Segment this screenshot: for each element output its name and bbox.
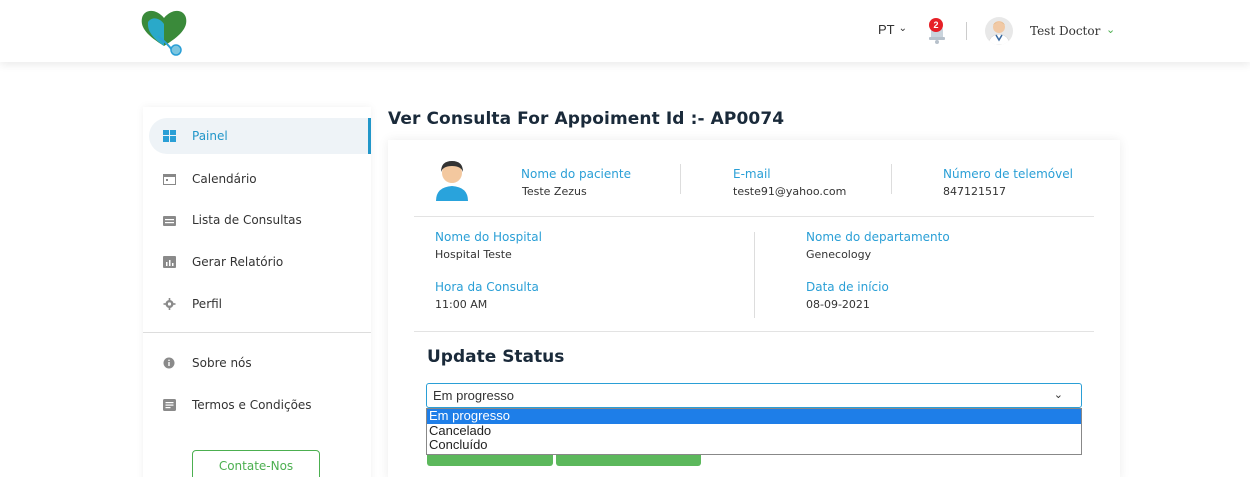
dashboard-icon (163, 130, 176, 142)
column-divider (891, 164, 892, 194)
gear-icon (163, 298, 176, 310)
start-date-label: Data de início (806, 280, 889, 294)
phone-label: Número de telemóvel (943, 167, 1073, 181)
email-label: E-mail (733, 167, 771, 181)
sidebar-item-label: Termos e Condições (192, 398, 312, 412)
sidebar-item-gerar-relatorio[interactable]: Gerar Relatório (149, 244, 371, 280)
sidebar-divider (143, 332, 371, 333)
status-option-em-progresso[interactable]: Em progresso (427, 409, 1081, 424)
sidebar-item-perfil[interactable]: Perfil (149, 286, 371, 322)
phone-value: 847121517 (943, 185, 1006, 198)
sidebar-item-label: Lista de Consultas (192, 213, 302, 227)
hospital-label: Nome do Hospital (435, 230, 542, 244)
department-label: Nome do departamento (806, 230, 950, 244)
hospital-value: Hospital Teste (435, 248, 512, 261)
chevron-down-icon: ⌄ (898, 23, 908, 34)
sidebar-item-calendario[interactable]: Calendário (149, 161, 371, 197)
consult-time-label: Hora da Consulta (435, 280, 539, 294)
list-icon (163, 216, 176, 226)
sidebar-item-termos[interactable]: Termos e Condições (149, 387, 371, 423)
user-avatar[interactable] (985, 17, 1013, 45)
sidebar: Painel Calendário Lista de Consultas Ger… (143, 107, 371, 477)
sidebar-item-label: Perfil (192, 297, 223, 311)
status-dropdown-list: Em progresso Cancelado Concluído (426, 408, 1082, 455)
department-value: Genecology (806, 248, 872, 261)
user-menu-chevron-icon[interactable]: ⌄ (1106, 23, 1115, 36)
terms-icon (163, 399, 176, 411)
page-title: Ver Consulta For Appoiment Id :- AP0074 (388, 109, 785, 129)
update-status-title: Update Status (427, 347, 565, 367)
calendar-icon (163, 174, 176, 185)
contact-us-button[interactable]: Contate-Nos (192, 450, 320, 477)
status-option-concluido[interactable]: Concluído (427, 438, 1081, 453)
column-divider (754, 232, 755, 318)
column-divider (680, 164, 681, 194)
notification-count-badge: 2 (929, 18, 943, 32)
chevron-down-icon: ⌄ (1053, 389, 1063, 401)
language-label: PT (878, 22, 895, 37)
consult-time-value: 11:00 AM (435, 298, 488, 311)
sidebar-item-label: Painel (192, 129, 228, 143)
status-select[interactable]: Em progresso ⌄ (426, 383, 1082, 408)
section-divider (414, 216, 1094, 217)
sidebar-item-sobre-nos[interactable]: Sobre nós (149, 345, 371, 381)
patient-name-value: Teste Zezus (522, 185, 587, 198)
logo-icon[interactable] (138, 6, 190, 56)
email-value: teste91@yahoo.com (733, 185, 847, 198)
info-icon (163, 357, 175, 369)
sidebar-item-lista-consultas[interactable]: Lista de Consultas (149, 202, 371, 238)
user-name[interactable]: Test Doctor (1030, 24, 1100, 38)
section-divider (414, 331, 1094, 332)
status-select-value: Em progresso (433, 388, 514, 403)
header-divider (966, 22, 967, 40)
sidebar-item-label: Sobre nós (192, 356, 252, 370)
patient-name-label: Nome do paciente (521, 167, 631, 181)
patient-avatar-icon (436, 161, 468, 201)
top-header: PT ⌄ 2 Test Doctor ⌄ (0, 0, 1250, 62)
sidebar-item-label: Calendário (192, 172, 257, 186)
sidebar-item-painel[interactable]: Painel (149, 118, 371, 154)
sidebar-item-label: Gerar Relatório (192, 255, 284, 269)
language-selector[interactable]: PT ⌄ (878, 22, 907, 37)
status-option-cancelado[interactable]: Cancelado (427, 423, 1081, 439)
start-date-value: 08-09-2021 (806, 298, 870, 311)
report-icon (163, 256, 176, 268)
